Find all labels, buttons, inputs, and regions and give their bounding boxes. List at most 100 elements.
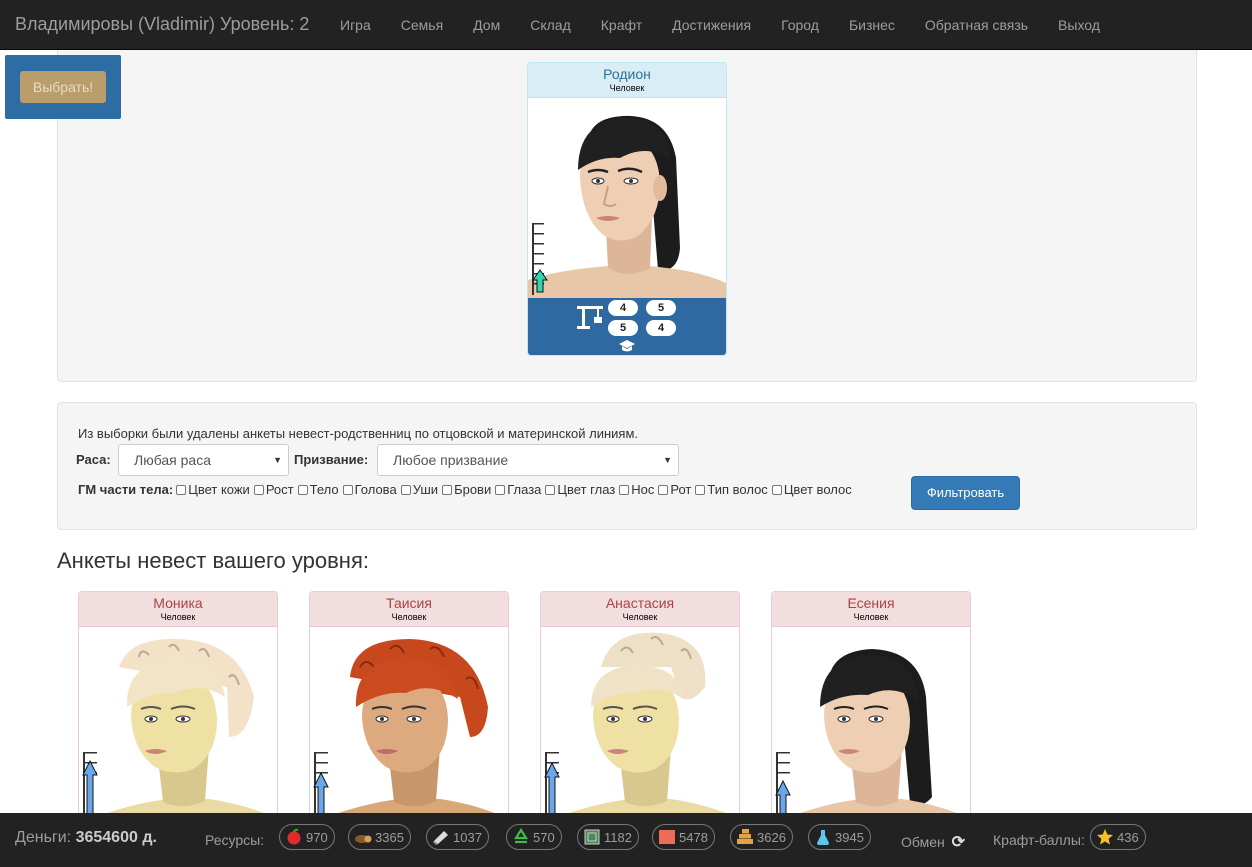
groom-stat-1: 4 (608, 300, 638, 316)
check-mouth[interactable]: Рот (658, 482, 691, 497)
filter-button[interactable]: Фильтровать (911, 476, 1020, 510)
checkbox[interactable] (297, 484, 308, 495)
chevron-down-icon: ▼ (273, 455, 282, 465)
money-value: 3654600 д. (75, 829, 157, 846)
groom-portrait (528, 98, 726, 298)
portrait-image (528, 115, 726, 298)
body-parts-checkboxes: ГМ части тела: Цвет кожи Рост Тело Голов… (78, 482, 856, 497)
bride-card-header: Моника Человек (79, 592, 277, 627)
resource-cloth[interactable]: 5478 (652, 824, 715, 850)
nav-business[interactable]: Бизнес (834, 0, 910, 50)
portrait-image (82, 638, 277, 827)
check-hair-color[interactable]: Цвет волос (771, 482, 852, 497)
bride-card-header: Есения Человек (772, 592, 970, 627)
checkbox[interactable] (253, 484, 264, 495)
resources-label: Ресурсы: (205, 832, 265, 848)
resource-stone[interactable]: 1037 (426, 824, 489, 850)
filter-note: Из выборки были удалены анкеты невест-ро… (78, 426, 639, 441)
checkbox[interactable] (658, 484, 669, 495)
potion-icon (817, 830, 829, 845)
money-display: Деньги: 3654600 д. (15, 829, 157, 847)
wood-icon (355, 835, 372, 843)
nav-city[interactable]: Город (766, 0, 834, 50)
groom-stat-2: 5 (646, 300, 676, 316)
choose-panel: Выбрать! (5, 55, 121, 119)
nav-achievements[interactable]: Достижения (657, 0, 766, 50)
stone-icon (433, 831, 448, 845)
bride-name: Анастасия (605, 595, 675, 611)
bride-portrait (79, 627, 277, 827)
cloth-icon (659, 830, 675, 844)
bride-card-header: Таисия Человек (310, 592, 508, 627)
check-height[interactable]: Рост (253, 482, 294, 497)
check-eye-color[interactable]: Цвет глаз (545, 482, 615, 497)
groom-card-header: Родион Человек (528, 63, 726, 98)
check-ears[interactable]: Уши (400, 482, 438, 497)
vocation-label: Призвание: (294, 452, 369, 467)
race-label: Раса: (76, 452, 111, 467)
bride-card-monika[interactable]: Моника Человек (78, 591, 278, 828)
nav-craft[interactable]: Крафт (586, 0, 657, 50)
checkbox[interactable] (695, 484, 706, 495)
recycle-icon (514, 828, 528, 844)
race-select[interactable]: Любая раса ▼ (118, 444, 289, 476)
checkbox[interactable] (619, 484, 630, 495)
filter-panel: Из выборки были удалены анкеты невест-ро… (57, 402, 1197, 530)
nav-logout[interactable]: Выход (1043, 0, 1115, 50)
resource-bricks[interactable]: 3626 (730, 824, 793, 850)
check-skin-color[interactable]: Цвет кожи (176, 482, 250, 497)
portrait-image (313, 639, 508, 827)
star-icon (1097, 829, 1113, 845)
nav-storage[interactable]: Склад (515, 0, 586, 50)
family-brand[interactable]: Владимировы (Vladimir) Уровень: 2 (15, 14, 309, 35)
checkbox[interactable] (342, 484, 353, 495)
resource-potion[interactable]: 3945 (808, 824, 871, 850)
resource-crate[interactable]: 1182 (577, 824, 639, 850)
groom-race: Человек (609, 83, 645, 93)
checkbox[interactable] (400, 484, 411, 495)
groom-stat-4: 4 (646, 320, 676, 336)
resource-recycle[interactable]: 570 (506, 824, 562, 850)
bride-card-taisia[interactable]: Таисия Человек (309, 591, 509, 828)
craft-points[interactable]: 436 (1090, 824, 1146, 850)
vocation-select[interactable]: Любое призвание ▼ (377, 444, 679, 476)
money-label: Деньги: (15, 829, 72, 846)
bride-name: Моника (153, 595, 203, 611)
brides-section-title: Анкеты невест вашего уровня: (57, 548, 369, 573)
portrait-image (544, 632, 739, 827)
bride-race: Человек (622, 612, 658, 622)
checkbox[interactable] (771, 484, 782, 495)
groom-card-footer: 4 5 5 4 (528, 298, 726, 355)
checkbox[interactable] (545, 484, 556, 495)
check-body[interactable]: Тело (297, 482, 339, 497)
groom-stat-3: 5 (608, 320, 638, 336)
vocation-select-value: Любое призвание (393, 452, 509, 468)
groom-name: Родион (603, 66, 651, 82)
resource-wood[interactable]: 3365 (348, 824, 411, 850)
bottom-status-bar: Деньги: 3654600 д. Ресурсы: 970 3365 103… (0, 813, 1252, 867)
nav-game[interactable]: Игра (325, 0, 386, 50)
exchange-link[interactable]: Обмен ⟳ (901, 832, 965, 852)
check-hair-type[interactable]: Тип волос (695, 482, 768, 497)
check-eyes[interactable]: Глаза (495, 482, 541, 497)
graduation-cap-icon (619, 340, 635, 352)
checkbox[interactable] (442, 484, 453, 495)
refresh-icon: ⟳ (951, 834, 966, 851)
bride-portrait (772, 627, 970, 827)
nav-links: Игра Семья Дом Склад Крафт Достижения Го… (325, 0, 1115, 50)
bride-card-esenia[interactable]: Есения Человек (771, 591, 971, 828)
checkbox[interactable] (176, 484, 187, 495)
bride-race: Человек (160, 612, 196, 622)
groom-card[interactable]: Родион Человек 4 5 5 4 (527, 62, 727, 356)
resource-food[interactable]: 970 (279, 824, 335, 850)
nav-family[interactable]: Семья (386, 0, 458, 50)
nav-house[interactable]: Дом (458, 0, 515, 50)
checkbox[interactable] (495, 484, 506, 495)
choose-button[interactable]: Выбрать! (20, 71, 106, 103)
bride-card-anastasia[interactable]: Анастасия Человек (540, 591, 740, 828)
check-brows[interactable]: Брови (442, 482, 491, 497)
race-select-value: Любая раса (134, 452, 211, 468)
check-head[interactable]: Голова (342, 482, 397, 497)
check-nose[interactable]: Нос (619, 482, 654, 497)
nav-feedback[interactable]: Обратная связь (910, 0, 1043, 50)
